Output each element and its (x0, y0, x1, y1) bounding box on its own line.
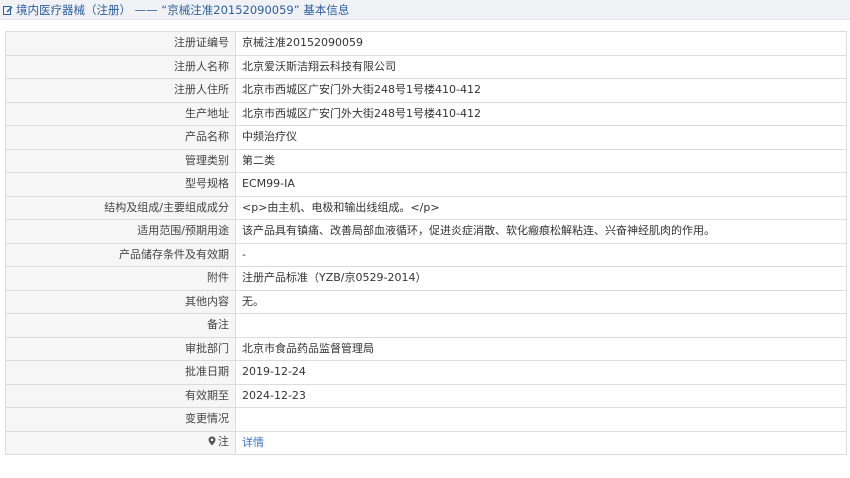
note-label-cell: 注 (5, 430, 236, 455)
row-label: 其他内容 (5, 289, 236, 314)
table-row: 适用范围/预期用途 该产品具有镇痛、改善局部血液循环，促进炎症消散、软化瘢痕松解… (5, 219, 847, 244)
details-link[interactable]: 详情 (242, 436, 264, 449)
table-row: 生产地址 北京市西城区广安门外大街248号1号楼410-412 (5, 101, 847, 126)
table-row-note: 注 详情 (5, 430, 847, 455)
row-value: 该产品具有镇痛、改善局部血液循环，促进炎症消散、软化瘢痕松解粘连、兴奋神经肌肉的… (235, 219, 847, 244)
row-label: 适用范围/预期用途 (5, 219, 236, 244)
row-value: 第二类 (235, 148, 847, 173)
row-value: 北京市西城区广安门外大街248号1号楼410-412 (235, 101, 847, 126)
row-value: 北京市西城区广安门外大街248号1号楼410-412 (235, 78, 847, 103)
row-label: 审批部门 (5, 336, 236, 361)
row-label: 附件 (5, 266, 236, 291)
row-value: <p>由主机、电极和输出线组成。</p> (235, 195, 847, 220)
row-label: 管理类别 (5, 148, 236, 173)
row-label: 有效期至 (5, 383, 236, 408)
table-row: 管理类别 第二类 (5, 148, 847, 173)
row-label: 型号规格 (5, 172, 236, 197)
row-label: 变更情况 (5, 407, 236, 432)
row-value: 注册产品标准（YZB/京0529-2014） (235, 266, 847, 291)
row-label: 生产地址 (5, 101, 236, 126)
row-label: 产品名称 (5, 125, 236, 150)
row-value (235, 407, 847, 432)
table-row: 其他内容 无。 (5, 289, 847, 314)
row-value: 北京市食品药品监督管理局 (235, 336, 847, 361)
row-label: 结构及组成/主要组成成分 (5, 195, 236, 220)
table-row: 型号规格 ECM99-IA (5, 172, 847, 197)
table-row: 产品储存条件及有效期 - (5, 242, 847, 267)
table-row: 结构及组成/主要组成成分 <p>由主机、电极和输出线组成。</p> (5, 195, 847, 220)
basic-info-table: 注册证编号 京械注准20152090059 注册人名称 北京爱沃斯洁翔云科技有限… (5, 31, 847, 455)
table-row: 备注 (5, 313, 847, 338)
page-title: 境内医疗器械（注册） —— “京械注准20152090059” 基本信息 (16, 2, 350, 17)
row-value: 京械注准20152090059 (235, 31, 847, 56)
row-label: 产品储存条件及有效期 (5, 242, 236, 267)
table-row: 产品名称 中频治疗仪 (5, 125, 847, 150)
table-row: 变更情况 (5, 407, 847, 432)
row-value (235, 313, 847, 338)
pin-icon (208, 436, 216, 450)
row-label: 注册人住所 (5, 78, 236, 103)
row-value: 中频治疗仪 (235, 125, 847, 150)
table-row: 注册证编号 京械注准20152090059 (5, 31, 847, 56)
row-value: 2024-12-23 (235, 383, 847, 408)
table-row: 批准日期 2019-12-24 (5, 360, 847, 385)
row-label: 批准日期 (5, 360, 236, 385)
row-label: 注册证编号 (5, 31, 236, 56)
row-label: 备注 (5, 313, 236, 338)
note-value-cell: 详情 (235, 430, 847, 455)
note-label: 注 (218, 435, 229, 449)
row-value: ECM99-IA (235, 172, 847, 197)
page-header: 境内医疗器械（注册） —— “京械注准20152090059” 基本信息 (0, 0, 850, 20)
row-value: - (235, 242, 847, 267)
table-row: 注册人住所 北京市西城区广安门外大街248号1号楼410-412 (5, 78, 847, 103)
row-label: 注册人名称 (5, 54, 236, 79)
row-value: 2019-12-24 (235, 360, 847, 385)
edit-icon (3, 5, 13, 15)
table-row: 审批部门 北京市食品药品监督管理局 (5, 336, 847, 361)
row-value: 北京爱沃斯洁翔云科技有限公司 (235, 54, 847, 79)
table-row: 有效期至 2024-12-23 (5, 383, 847, 408)
row-value: 无。 (235, 289, 847, 314)
table-row: 注册人名称 北京爱沃斯洁翔云科技有限公司 (5, 54, 847, 79)
table-row: 附件 注册产品标准（YZB/京0529-2014） (5, 266, 847, 291)
